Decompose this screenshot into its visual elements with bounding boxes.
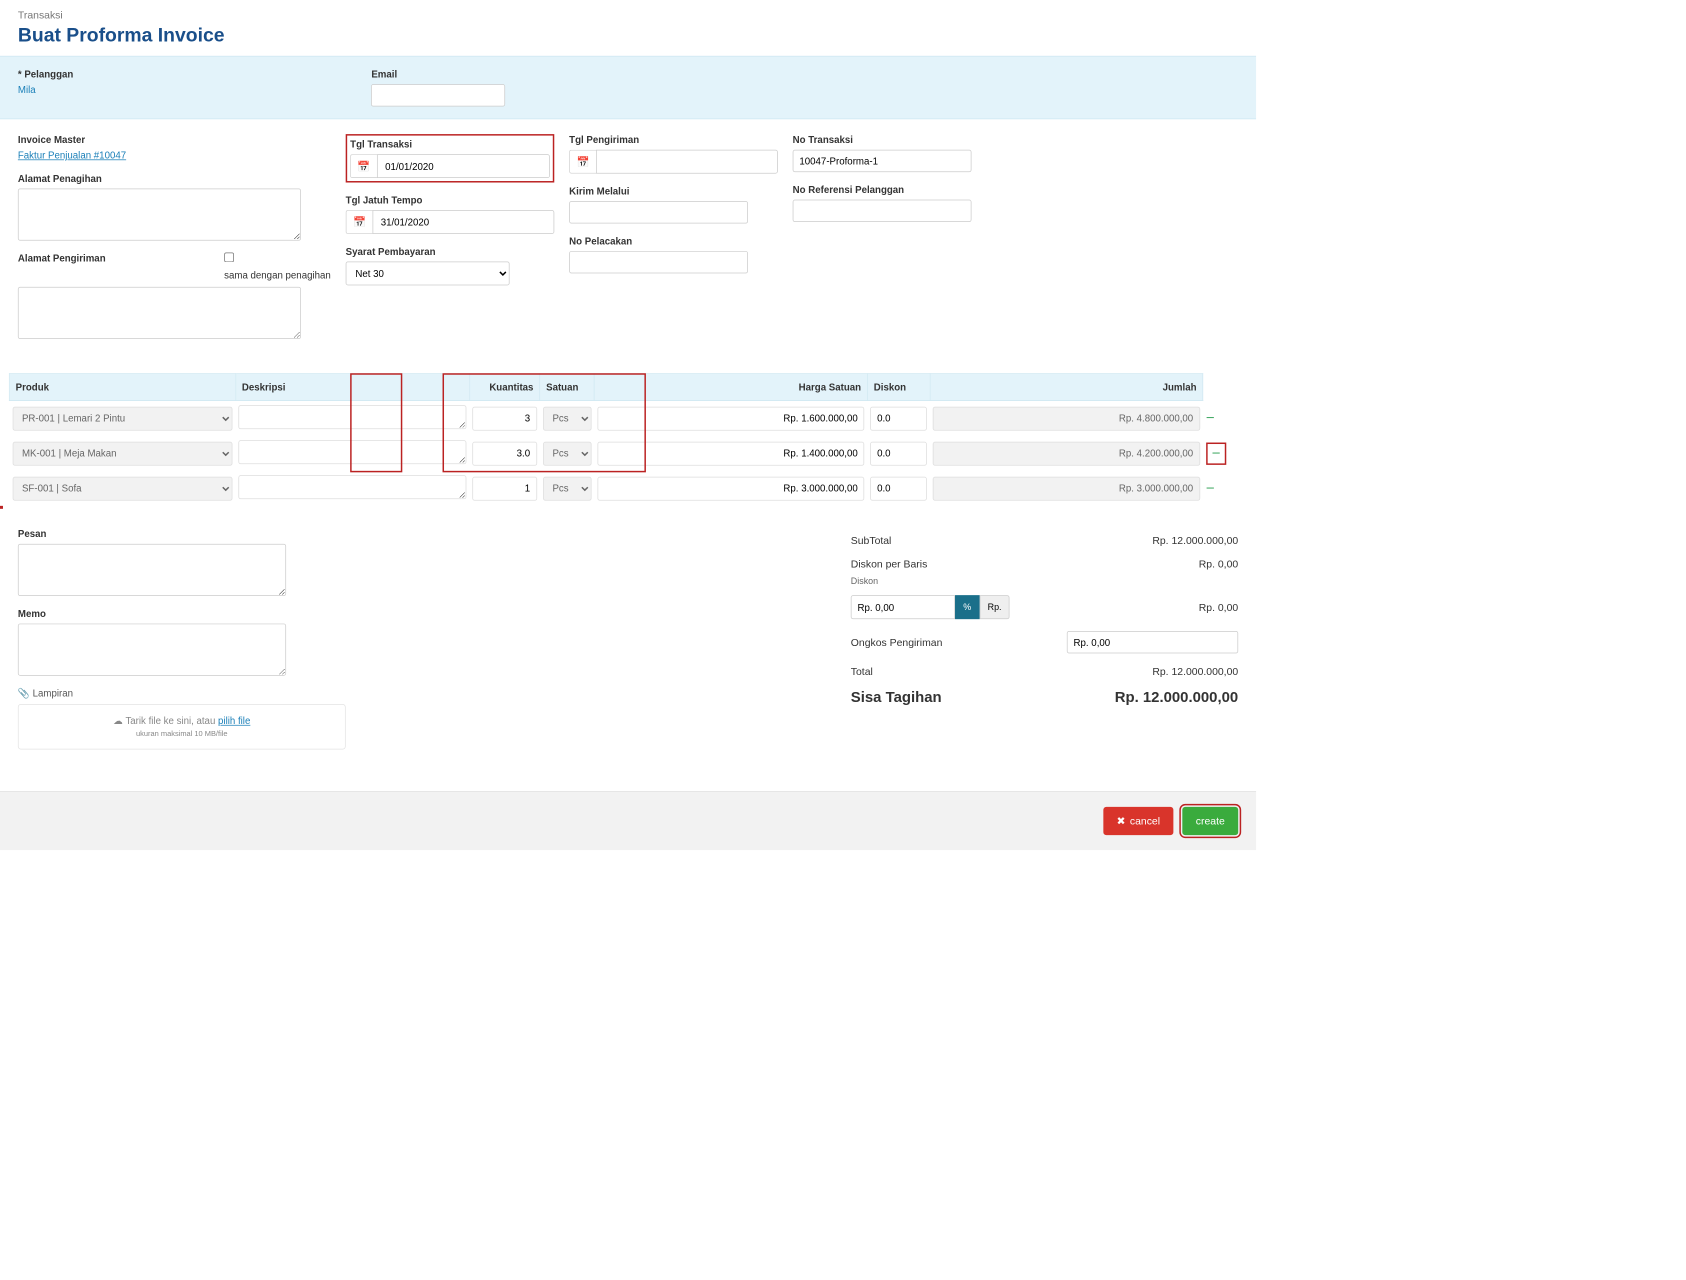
harga-input[interactable] (597, 476, 864, 500)
diskon-baris-value: Rp. 0,00 (1199, 558, 1238, 570)
col-diskon: Diskon (867, 374, 929, 401)
col-satuan: Satuan (540, 374, 595, 401)
alamat-pengiriman-input[interactable] (18, 287, 301, 339)
tgl-jatuh-tempo-input[interactable] (373, 210, 555, 234)
cloud-upload-icon: ☁ (113, 715, 123, 726)
tgl-transaksi-input[interactable] (377, 154, 550, 178)
tgl-pengiriman-label: Tgl Pengiriman (569, 134, 778, 145)
pesan-label: Pesan (18, 528, 301, 539)
col-kuantitas: Kuantitas (470, 374, 540, 401)
harga-input[interactable] (597, 406, 864, 430)
alamat-penagihan-input[interactable] (18, 188, 301, 240)
diskon-input[interactable] (851, 595, 955, 619)
pelanggan-value[interactable]: Mila (18, 84, 73, 95)
table-row: SF-001 | Sofa Pcs − (9, 471, 1230, 506)
diskon-row-input[interactable] (870, 476, 926, 500)
page-title: Buat Proforma Invoice (18, 24, 1238, 47)
syarat-label: Syarat Pembayaran (346, 246, 555, 257)
no-pelacakan-input[interactable] (569, 251, 748, 273)
satuan-select[interactable]: Pcs (543, 441, 592, 465)
subtotal-value: Rp. 12.000.000,00 (1152, 534, 1238, 546)
memo-input[interactable] (18, 624, 286, 676)
jumlah-value (933, 406, 1200, 430)
sama-dengan-checkbox[interactable] (224, 253, 234, 263)
no-ref-input[interactable] (793, 200, 972, 222)
invoice-master-link[interactable]: Faktur Penjualan #10047 (18, 150, 331, 161)
total-label: Total (851, 665, 873, 677)
memo-label: Memo (18, 608, 301, 619)
deskripsi-input[interactable] (239, 405, 467, 429)
ongkos-label: Ongkos Pengiriman (851, 636, 943, 648)
sisa-tagihan-value: Rp. 12.000.000,00 (1115, 689, 1238, 706)
diskon-value: Rp. 0,00 (1199, 601, 1238, 613)
email-label: Email (371, 69, 505, 80)
tgl-jatuh-tempo-label: Tgl Jatuh Tempo (346, 194, 555, 205)
diskon-label: Diskon (851, 576, 1238, 586)
kuantitas-input[interactable] (473, 476, 537, 500)
tgl-pengiriman-input[interactable] (596, 150, 778, 174)
diskon-row-input[interactable] (870, 406, 926, 430)
diskon-percent-button[interactable]: % (955, 595, 979, 619)
no-ref-label: No Referensi Pelanggan (793, 184, 1002, 195)
paperclip-icon: 📎 (18, 688, 30, 699)
harga-input[interactable] (597, 441, 864, 465)
satuan-select[interactable]: Pcs (543, 476, 592, 500)
diskon-rp-button[interactable]: Rp. (979, 595, 1009, 619)
diskon-baris-label: Diskon per Baris (851, 558, 928, 570)
alamat-pengiriman-label: Alamat Pengiriman (18, 253, 202, 264)
no-pelacakan-label: No Pelacakan (569, 235, 778, 246)
calendar-icon[interactable]: 📅 (346, 210, 373, 234)
remove-row-icon[interactable]: − (1206, 442, 1227, 464)
jumlah-value (933, 441, 1200, 465)
pilih-file-link[interactable]: pilih file (218, 715, 250, 726)
diskon-row-input[interactable] (870, 441, 926, 465)
kirim-melalui-label: Kirim Melalui (569, 186, 778, 197)
subtotal-label: SubTotal (851, 534, 892, 546)
satuan-select[interactable]: Pcs (543, 406, 592, 430)
col-harga: Harga Satuan (594, 374, 867, 401)
produk-select[interactable]: PR-001 | Lemari 2 Pintu (12, 406, 232, 430)
col-deskripsi: Deskripsi (236, 374, 470, 401)
tgl-transaksi-label: Tgl Transaksi (350, 139, 550, 150)
remove-row-icon[interactable]: − (1206, 480, 1215, 496)
col-produk: Produk (9, 374, 235, 401)
produk-select[interactable]: SF-001 | Sofa (12, 476, 232, 500)
create-button[interactable]: create (1182, 807, 1238, 835)
deskripsi-input[interactable] (239, 440, 467, 464)
sama-dengan-label: sama dengan penagihan (224, 270, 331, 281)
table-row: PR-001 | Lemari 2 Pintu Pcs − (9, 400, 1230, 435)
alamat-penagihan-label: Alamat Penagihan (18, 173, 331, 184)
kirim-melalui-input[interactable] (569, 201, 748, 223)
invoice-master-label: Invoice Master (18, 134, 331, 145)
no-transaksi-label: No Transaksi (793, 134, 1002, 145)
total-value: Rp. 12.000.000,00 (1152, 665, 1238, 677)
pesan-input[interactable] (18, 544, 286, 596)
kuantitas-input[interactable] (473, 406, 537, 430)
sisa-tagihan-label: Sisa Tagihan (851, 689, 942, 706)
line-items-table: Produk Deskripsi Kuantitas Satuan Harga … (9, 373, 1231, 506)
cancel-button[interactable]: ✖ cancel (1103, 807, 1173, 835)
file-drop-zone[interactable]: ☁ Tarik file ke sini, atau pilih file uk… (18, 704, 346, 749)
pelanggan-label: * Pelanggan (18, 69, 73, 80)
produk-select[interactable]: MK-001 | Meja Makan (12, 441, 232, 465)
deskripsi-input[interactable] (239, 475, 467, 499)
breadcrumb: Transaksi (18, 9, 1238, 21)
table-row: MK-001 | Meja Makan Pcs − (9, 436, 1230, 471)
email-input[interactable] (371, 84, 505, 106)
no-transaksi-input[interactable] (793, 150, 972, 172)
calendar-icon[interactable]: 📅 (350, 154, 377, 178)
calendar-icon[interactable]: 📅 (569, 150, 596, 174)
lampiran-label: Lampiran (33, 688, 73, 699)
syarat-select[interactable]: Net 30 (346, 261, 510, 285)
col-jumlah: Jumlah (930, 374, 1203, 401)
kuantitas-input[interactable] (473, 441, 537, 465)
remove-row-icon[interactable]: − (1206, 410, 1215, 426)
jumlah-value (933, 476, 1200, 500)
close-icon: ✖ (1117, 815, 1126, 828)
ongkos-input[interactable] (1067, 631, 1238, 653)
